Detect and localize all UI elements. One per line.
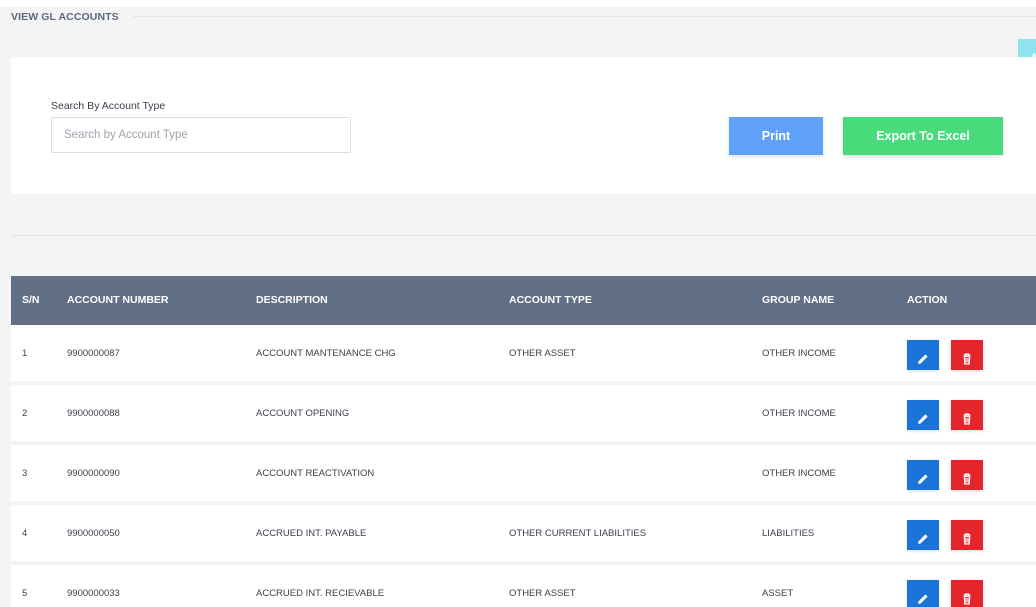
delete-button[interactable] bbox=[951, 580, 983, 607]
pencil-icon bbox=[918, 534, 928, 544]
header-group-name: GROUP NAME bbox=[762, 294, 835, 306]
export-excel-button[interactable]: Export To Excel bbox=[843, 117, 1003, 155]
title-divider bbox=[133, 16, 1036, 17]
cell-account-type: OTHER ASSET bbox=[509, 588, 576, 599]
cell-group-name: OTHER INCOME bbox=[762, 408, 836, 419]
header-description: DESCRIPTION bbox=[256, 294, 328, 306]
delete-button[interactable] bbox=[951, 460, 983, 490]
cell-description: ACCOUNT OPENING bbox=[256, 408, 350, 419]
cell-sn: 4 bbox=[22, 528, 28, 539]
cell-sn: 3 bbox=[22, 468, 28, 479]
table-row: 3 9900000090 ACCOUNT REACTIVATION OTHER … bbox=[11, 445, 1036, 501]
delete-button[interactable] bbox=[951, 340, 983, 370]
trash-icon bbox=[963, 533, 971, 545]
pencil-icon bbox=[918, 414, 928, 424]
delete-button[interactable] bbox=[951, 520, 983, 550]
trash-icon bbox=[963, 353, 971, 365]
pencil-icon bbox=[918, 354, 928, 364]
trash-icon bbox=[963, 593, 971, 605]
top-strip bbox=[0, 0, 1036, 7]
delete-button[interactable] bbox=[951, 400, 983, 430]
header-action: ACTION bbox=[907, 294, 948, 306]
cell-account-number: 9900000088 bbox=[67, 408, 120, 419]
cell-description: ACCOUNT REACTIVATION bbox=[256, 468, 375, 479]
edit-button[interactable] bbox=[907, 580, 939, 607]
edit-button[interactable] bbox=[907, 520, 939, 550]
filter-card: Search By Account Type Print Export To E… bbox=[11, 57, 1036, 194]
trash-icon bbox=[963, 413, 971, 425]
cell-account-number: 9900000033 bbox=[67, 588, 120, 599]
edit-button[interactable] bbox=[907, 460, 939, 490]
print-button[interactable]: Print bbox=[729, 117, 823, 155]
page-title: VIEW GL ACCOUNTS bbox=[11, 11, 119, 23]
cell-description: ACCOUNT MANTENANCE CHG bbox=[256, 348, 396, 359]
edit-button[interactable] bbox=[907, 340, 939, 370]
search-input[interactable] bbox=[51, 117, 351, 153]
header-account-number: ACCOUNT NUMBER bbox=[67, 294, 169, 306]
cell-account-number: 9900000090 bbox=[67, 468, 120, 479]
cell-sn: 5 bbox=[22, 588, 28, 599]
cell-description: ACCRUED INT. RECIEVABLE bbox=[256, 588, 385, 599]
cell-description: ACCRUED INT. PAYABLE bbox=[256, 528, 367, 539]
table-row: 2 9900000088 ACCOUNT OPENING OTHER INCOM… bbox=[11, 385, 1036, 441]
table-row: 4 9900000050 ACCRUED INT. PAYABLE OTHER … bbox=[11, 505, 1036, 561]
table-header: S/N ACCOUNT NUMBER DESCRIPTION ACCOUNT T… bbox=[11, 276, 1036, 325]
cell-account-type: OTHER CURRENT LIABILITIES bbox=[509, 528, 647, 539]
table-row: 5 9900000033 ACCRUED INT. RECIEVABLE OTH… bbox=[11, 565, 1036, 607]
edit-button[interactable] bbox=[907, 400, 939, 430]
search-label: Search By Account Type bbox=[51, 100, 166, 112]
cell-account-type: OTHER ASSET bbox=[509, 348, 576, 359]
table-row: 1 9900000087 ACCOUNT MANTENANCE CHG OTHE… bbox=[11, 325, 1036, 381]
cell-account-number: 9900000087 bbox=[67, 348, 120, 359]
cell-sn: 1 bbox=[22, 348, 28, 359]
cell-group-name: ASSET bbox=[762, 588, 794, 599]
gl-accounts-table: S/N ACCOUNT NUMBER DESCRIPTION ACCOUNT T… bbox=[11, 276, 1036, 607]
cell-account-number: 9900000050 bbox=[67, 528, 120, 539]
cell-group-name: OTHER INCOME bbox=[762, 348, 836, 359]
cell-sn: 2 bbox=[22, 408, 28, 419]
trash-icon bbox=[963, 473, 971, 485]
cell-group-name: OTHER INCOME bbox=[762, 468, 836, 479]
header-sn: S/N bbox=[22, 294, 40, 306]
pencil-icon bbox=[918, 474, 928, 484]
header-account-type: ACCOUNT TYPE bbox=[509, 294, 592, 306]
cell-group-name: LIABILITIES bbox=[762, 528, 815, 539]
section-divider bbox=[11, 235, 1036, 236]
pencil-icon bbox=[918, 594, 928, 604]
